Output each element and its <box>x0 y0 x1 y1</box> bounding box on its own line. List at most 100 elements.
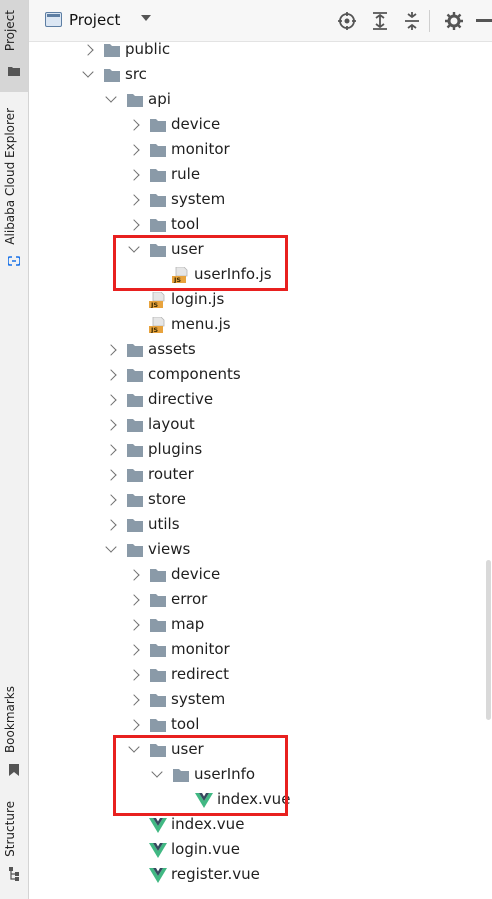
chevron-right-icon[interactable] <box>105 469 117 481</box>
tree-folder-row[interactable]: api <box>29 88 492 113</box>
chevron-down-icon[interactable] <box>105 91 117 103</box>
tree-item-label: views <box>148 540 191 558</box>
folder-icon <box>126 392 144 408</box>
tree-folder-row[interactable]: plugins <box>29 438 492 463</box>
chevron-down-icon[interactable] <box>141 15 151 21</box>
project-tool-tab[interactable]: Project <box>0 0 28 92</box>
tree-folder-row[interactable]: error <box>29 588 492 613</box>
tree-folder-row[interactable]: views <box>29 538 492 563</box>
tree-item-label: rule <box>171 165 201 183</box>
tree-item-label: device <box>171 565 221 583</box>
tree-item-label: system <box>171 690 226 708</box>
settings-icon[interactable] <box>444 11 464 31</box>
folder-icon <box>103 42 121 58</box>
tree-folder-row[interactable]: assets <box>29 338 492 363</box>
tree-file-row[interactable]: register.vue <box>29 863 492 888</box>
tree-folder-row[interactable]: device <box>29 113 492 138</box>
chevron-right-icon[interactable] <box>128 619 140 631</box>
highlight-box <box>113 235 288 291</box>
folder-icon <box>149 167 167 183</box>
tree-folder-row[interactable]: map <box>29 613 492 638</box>
tree-folder-row[interactable]: directive <box>29 388 492 413</box>
chevron-right-icon[interactable] <box>82 44 94 56</box>
tree-folder-row[interactable]: public <box>29 38 492 63</box>
tree-file-row[interactable]: JS login.js <box>29 288 492 313</box>
tree-file-row[interactable]: JS menu.js <box>29 313 492 338</box>
svg-text:JS: JS <box>150 301 158 308</box>
chevron-right-icon[interactable] <box>128 194 140 206</box>
folder-icon <box>126 467 144 483</box>
chevron-right-icon[interactable] <box>128 169 140 181</box>
tree-folder-row[interactable]: monitor <box>29 138 492 163</box>
tree-folder-row[interactable]: rule <box>29 163 492 188</box>
folder-icon <box>149 642 167 658</box>
tool-window-strip: Project Alibaba Cloud Explorer Bookmarks… <box>0 0 29 899</box>
chevron-right-icon[interactable] <box>105 444 117 456</box>
structure-tab[interactable]: Structure <box>0 797 28 892</box>
alibaba-cloud-explorer-tab[interactable]: Alibaba Cloud Explorer <box>0 100 28 275</box>
folder-icon <box>126 92 144 108</box>
structure-label: Structure <box>3 801 17 857</box>
expand-all-icon[interactable] <box>370 11 390 31</box>
chevron-right-icon[interactable] <box>105 369 117 381</box>
bookmarks-tab[interactable]: Bookmarks <box>0 682 28 782</box>
tree-item-label: tool <box>171 215 200 233</box>
tree-item-label: public <box>125 40 171 58</box>
chevron-down-icon[interactable] <box>105 541 117 553</box>
tree-folder-row[interactable]: store <box>29 488 492 513</box>
tree-item-label: tool <box>171 715 200 733</box>
tree-folder-row[interactable]: device <box>29 563 492 588</box>
project-window-icon <box>45 12 62 27</box>
tree-folder-row[interactable]: utils <box>29 513 492 538</box>
chevron-right-icon[interactable] <box>128 144 140 156</box>
chevron-right-icon[interactable] <box>105 394 117 406</box>
chevron-right-icon[interactable] <box>128 719 140 731</box>
chevron-right-icon[interactable] <box>105 344 117 356</box>
tree-item-label: index.vue <box>171 815 245 833</box>
chevron-right-icon[interactable] <box>128 219 140 231</box>
tree-item-label: components <box>148 365 241 383</box>
tree-item-label: directive <box>148 390 214 408</box>
project-view-title[interactable]: Project <box>69 11 120 29</box>
tree-folder-row[interactable]: src <box>29 63 492 88</box>
folder-icon <box>149 217 167 233</box>
chevron-right-icon[interactable] <box>128 644 140 656</box>
folder-icon <box>126 492 144 508</box>
hide-icon[interactable] <box>476 19 492 23</box>
tree-file-row[interactable]: login.vue <box>29 838 492 863</box>
chevron-right-icon[interactable] <box>105 519 117 531</box>
alibaba-cloud-explorer-label: Alibaba Cloud Explorer <box>3 108 17 245</box>
tree-item-label: plugins <box>148 440 203 458</box>
tree-folder-row[interactable]: router <box>29 463 492 488</box>
locate-icon[interactable] <box>337 11 357 31</box>
tree-item-label: login.js <box>171 290 225 308</box>
vue-file-icon <box>149 867 167 883</box>
bookmark-icon <box>9 764 19 776</box>
tree-folder-row[interactable]: system <box>29 188 492 213</box>
tree-folder-row[interactable]: system <box>29 688 492 713</box>
tree-item-label: system <box>171 190 226 208</box>
folder-icon <box>149 592 167 608</box>
tree-folder-row[interactable]: monitor <box>29 638 492 663</box>
tree-item-label: api <box>148 90 171 108</box>
chevron-right-icon[interactable] <box>128 569 140 581</box>
collapse-all-icon[interactable] <box>402 11 422 31</box>
tree-folder-row[interactable]: layout <box>29 413 492 438</box>
folder-icon <box>149 117 167 133</box>
chevron-right-icon[interactable] <box>128 594 140 606</box>
chevron-right-icon[interactable] <box>128 119 140 131</box>
tree-file-row[interactable]: index.vue <box>29 813 492 838</box>
project-tab-label: Project <box>3 10 17 52</box>
tree-folder-row[interactable]: redirect <box>29 663 492 688</box>
chevron-right-icon[interactable] <box>105 494 117 506</box>
folder-icon <box>149 142 167 158</box>
tree-folder-row[interactable]: components <box>29 363 492 388</box>
project-tree[interactable]: public src api device monitor rule system tool u… <box>29 38 492 899</box>
svg-text:JS: JS <box>150 326 158 333</box>
chevron-down-icon[interactable] <box>82 66 94 78</box>
chevron-right-icon[interactable] <box>105 419 117 431</box>
chevron-right-icon[interactable] <box>128 669 140 681</box>
chevron-right-icon[interactable] <box>128 694 140 706</box>
tree-scrollbar[interactable] <box>486 560 491 720</box>
tree-item-label: menu.js <box>171 315 231 333</box>
